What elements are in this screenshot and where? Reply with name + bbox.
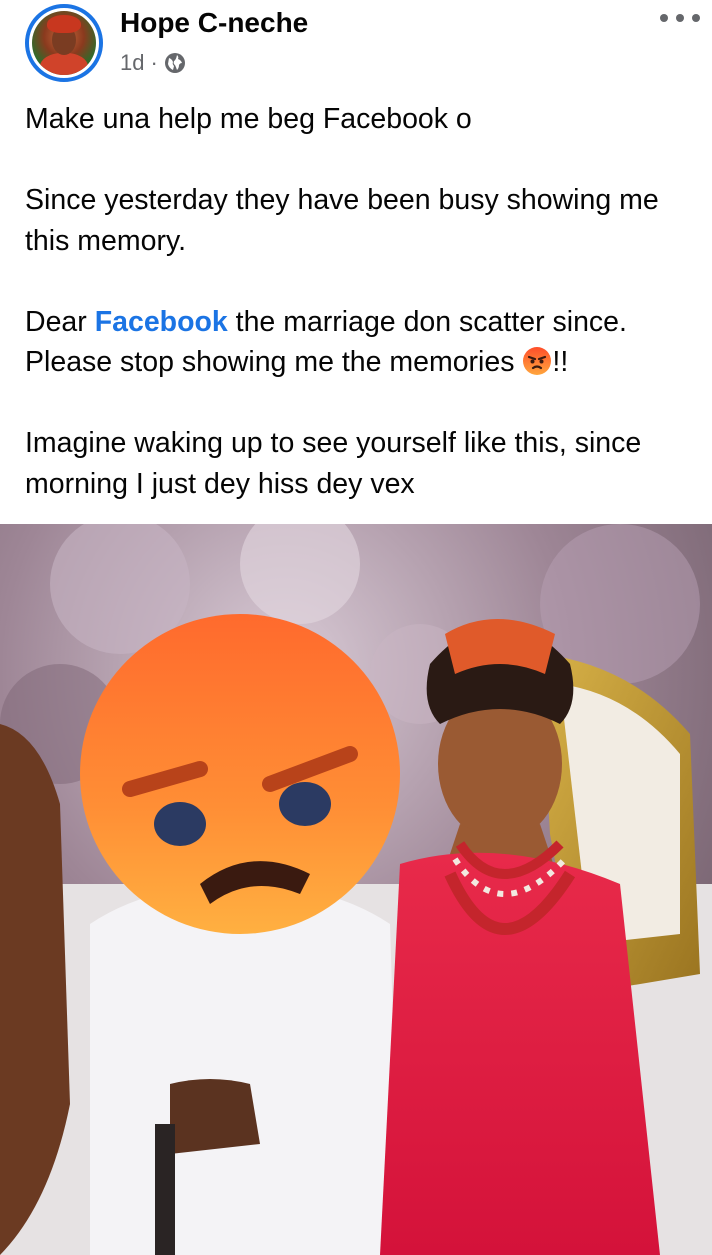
post-line-end: !! bbox=[552, 346, 569, 378]
post-text: Make una help me beg Facebook o Since ye… bbox=[25, 99, 705, 504]
globe-icon[interactable] bbox=[164, 52, 186, 74]
avatar-hair-shape bbox=[47, 15, 81, 33]
post-photo-illustration bbox=[0, 524, 712, 1255]
post-header: Hope C-neche 1d · bbox=[0, 0, 712, 92]
avatar-image bbox=[32, 11, 96, 75]
more-options-icon[interactable] bbox=[660, 8, 700, 28]
more-dot bbox=[692, 14, 700, 22]
more-dot bbox=[676, 14, 684, 22]
meta-separator: · bbox=[150, 50, 158, 75]
post-photo[interactable] bbox=[0, 524, 712, 1255]
post-line: Dear Facebook the marriage don scatter s… bbox=[25, 302, 705, 383]
more-dot bbox=[660, 14, 668, 22]
post-line-pre: Dear bbox=[25, 305, 95, 338]
author-name[interactable]: Hope C-neche bbox=[120, 6, 308, 40]
post-line: Since yesterday they have been busy show… bbox=[25, 184, 659, 257]
post-time[interactable]: 1d bbox=[120, 50, 144, 76]
angry-face-emoji bbox=[523, 347, 552, 375]
post-line: Make una help me beg Facebook o bbox=[25, 103, 472, 135]
post-line: Imagine waking up to see yourself like t… bbox=[25, 427, 642, 500]
author-avatar[interactable] bbox=[25, 4, 103, 82]
avatar-body-shape bbox=[40, 53, 88, 75]
facebook-mention-link[interactable]: Facebook bbox=[95, 306, 228, 338]
post-meta: 1d · bbox=[120, 49, 186, 77]
